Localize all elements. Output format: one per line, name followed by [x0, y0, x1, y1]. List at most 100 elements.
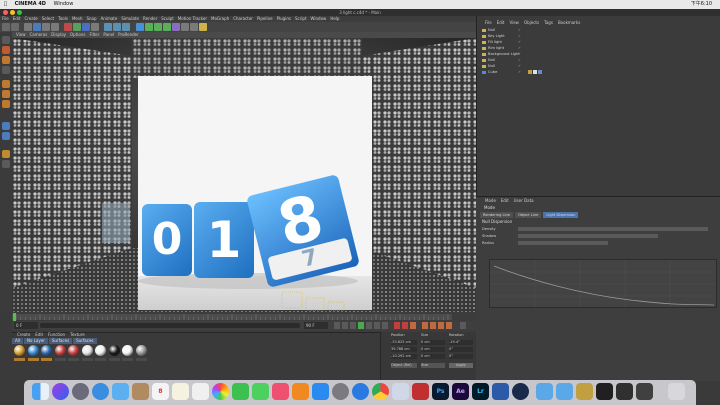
finder-icon[interactable] — [32, 383, 49, 400]
material-tag-icon[interactable] — [528, 70, 532, 74]
key-rotation-icon[interactable] — [438, 322, 444, 329]
coord-mode-select[interactable]: Object (Rel) — [391, 363, 417, 368]
object-row[interactable]: Null ✓ — [480, 64, 716, 69]
siri-icon[interactable] — [52, 383, 69, 400]
visibility-check-icon[interactable]: ✓ — [518, 46, 521, 51]
attribute-field-slider[interactable] — [518, 234, 658, 238]
dock-thumbnail-1-icon[interactable] — [576, 383, 593, 400]
chrome-icon[interactable] — [372, 383, 389, 400]
viewport-menu-item-6[interactable]: ProRender — [118, 32, 139, 37]
material-menu-item-3[interactable]: Texture — [70, 332, 85, 337]
cinema4d-icon[interactable] — [512, 383, 529, 400]
visibility-check-icon[interactable]: ✓ — [518, 70, 521, 75]
lock-workplane-icon[interactable] — [2, 160, 10, 168]
record-icon[interactable] — [394, 322, 400, 329]
material-ball[interactable] — [27, 345, 39, 356]
attribute-field-slider[interactable] — [518, 227, 708, 231]
viewport-menu-item-3[interactable]: Options — [70, 32, 85, 37]
menu-item-2[interactable]: Create — [24, 16, 37, 21]
material-tag-icon[interactable] — [533, 70, 537, 74]
falloff-curve-graph[interactable] — [489, 259, 717, 308]
start-frame-field[interactable]: 0 F — [14, 322, 38, 329]
am-menu-item-1[interactable]: Edit — [501, 198, 509, 203]
attribute-field-slider[interactable] — [518, 241, 608, 245]
bend-deformer-icon[interactable] — [172, 23, 180, 31]
om-menu-item-2[interactable]: View — [509, 20, 519, 25]
coord-z-field[interactable]: -10.292 cm — [391, 354, 417, 359]
reminders-icon[interactable] — [192, 383, 209, 400]
material-ball[interactable] — [54, 345, 66, 356]
material-tag-icon[interactable] — [538, 70, 542, 74]
coord-h-field[interactable]: -19.4° — [449, 340, 473, 345]
move-icon[interactable] — [33, 23, 41, 31]
render-region[interactable]: 0 1 8 7 — [138, 76, 372, 310]
menu-item-14[interactable]: Pipeline — [257, 16, 273, 21]
visibility-check-icon[interactable]: ✓ — [518, 58, 521, 63]
trash-icon[interactable] — [668, 383, 685, 400]
object-row[interactable]: Cube ✓ — [480, 70, 716, 75]
timeline-menu-icon[interactable] — [460, 322, 466, 329]
object-name[interactable]: Null — [488, 28, 495, 33]
coord-sy-field[interactable]: 0 cm — [421, 347, 445, 352]
menu-item-1[interactable]: Edit — [13, 16, 21, 21]
object-name[interactable]: Fill light — [488, 40, 502, 45]
menu-item-3[interactable]: Select — [42, 16, 54, 21]
object-name[interactable]: Background Light — [488, 52, 520, 57]
om-menu-item-1[interactable]: Edit — [497, 20, 505, 25]
keyframe-icon[interactable] — [410, 322, 416, 329]
menu-item-17[interactable]: Window — [311, 16, 327, 21]
downloads-folder-icon[interactable] — [556, 383, 573, 400]
next-key-icon[interactable] — [374, 322, 380, 329]
autokey-icon[interactable] — [402, 322, 408, 329]
close-window-icon[interactable] — [3, 10, 8, 15]
camera-icon[interactable] — [190, 23, 198, 31]
coord-p-field[interactable]: 0° — [449, 347, 473, 352]
zoom-window-icon[interactable] — [17, 10, 22, 15]
material-menu-item-1[interactable]: Edit — [35, 332, 43, 337]
material-menu-item-2[interactable]: Function — [48, 332, 65, 337]
visibility-check-icon[interactable]: ✓ — [518, 28, 521, 33]
menu-item-0[interactable]: File — [2, 16, 9, 21]
material-ball[interactable] — [122, 345, 133, 356]
material-layer-tab-2[interactable]: Surfaces — [48, 338, 73, 344]
books-icon[interactable] — [292, 383, 309, 400]
viewport-menu-item-0[interactable]: View — [16, 32, 26, 37]
viewport-menu-item-2[interactable]: Display — [51, 32, 66, 37]
object-manager-empty-area[interactable] — [480, 76, 716, 192]
coord-sx-field[interactable]: 0 cm — [421, 340, 445, 345]
redo-icon[interactable] — [11, 23, 19, 31]
attribute-tab-2[interactable]: Light Dispersion — [543, 212, 579, 218]
end-frame-field[interactable]: 90 F — [304, 322, 328, 329]
polygons-mode-icon[interactable] — [2, 100, 10, 108]
menubar-clock[interactable]: 下午6:10 — [691, 0, 712, 9]
coord-sz-field[interactable]: 0 cm — [421, 354, 445, 359]
material-ball[interactable] — [68, 345, 79, 356]
prev-frame-icon[interactable] — [350, 322, 356, 329]
finder-folder-icon[interactable] — [536, 383, 553, 400]
photoshop-icon[interactable]: Ps — [432, 383, 449, 400]
object-name[interactable]: Rim light — [488, 46, 504, 51]
after-effects-icon[interactable]: Ae — [452, 383, 469, 400]
calendar-icon[interactable]: 8 — [152, 383, 169, 400]
floor-icon[interactable] — [181, 23, 189, 31]
coord-apply-button[interactable]: Apply — [449, 363, 473, 368]
timeline-ruler[interactable] — [12, 314, 452, 320]
model-mode-icon[interactable] — [2, 46, 10, 54]
dock-thumbnail-3-icon[interactable] — [616, 383, 633, 400]
visibility-check-icon[interactable]: ✓ — [518, 34, 521, 39]
viewport[interactable]: 0 1 8 7 — [12, 38, 476, 312]
om-menu-item-0[interactable]: File — [485, 20, 492, 25]
menu-item-10[interactable]: Sculpt — [161, 16, 174, 21]
object-row[interactable]: Null ✓ — [480, 28, 716, 33]
coord-x-field[interactable]: -33.625 cm — [391, 340, 417, 345]
menu-item-6[interactable]: Snap — [86, 16, 96, 21]
object-name[interactable]: Cube — [488, 70, 497, 75]
apple-icon[interactable]:  — [4, 1, 7, 7]
scale-icon[interactable] — [42, 23, 50, 31]
render-settings-icon[interactable] — [122, 23, 130, 31]
array-icon[interactable] — [163, 23, 171, 31]
object-name[interactable]: Null — [488, 58, 495, 63]
axis-z-icon[interactable] — [82, 23, 90, 31]
viewport-menu-item-4[interactable]: Filter — [89, 32, 99, 37]
om-menu-item-4[interactable]: Tags — [544, 20, 553, 25]
